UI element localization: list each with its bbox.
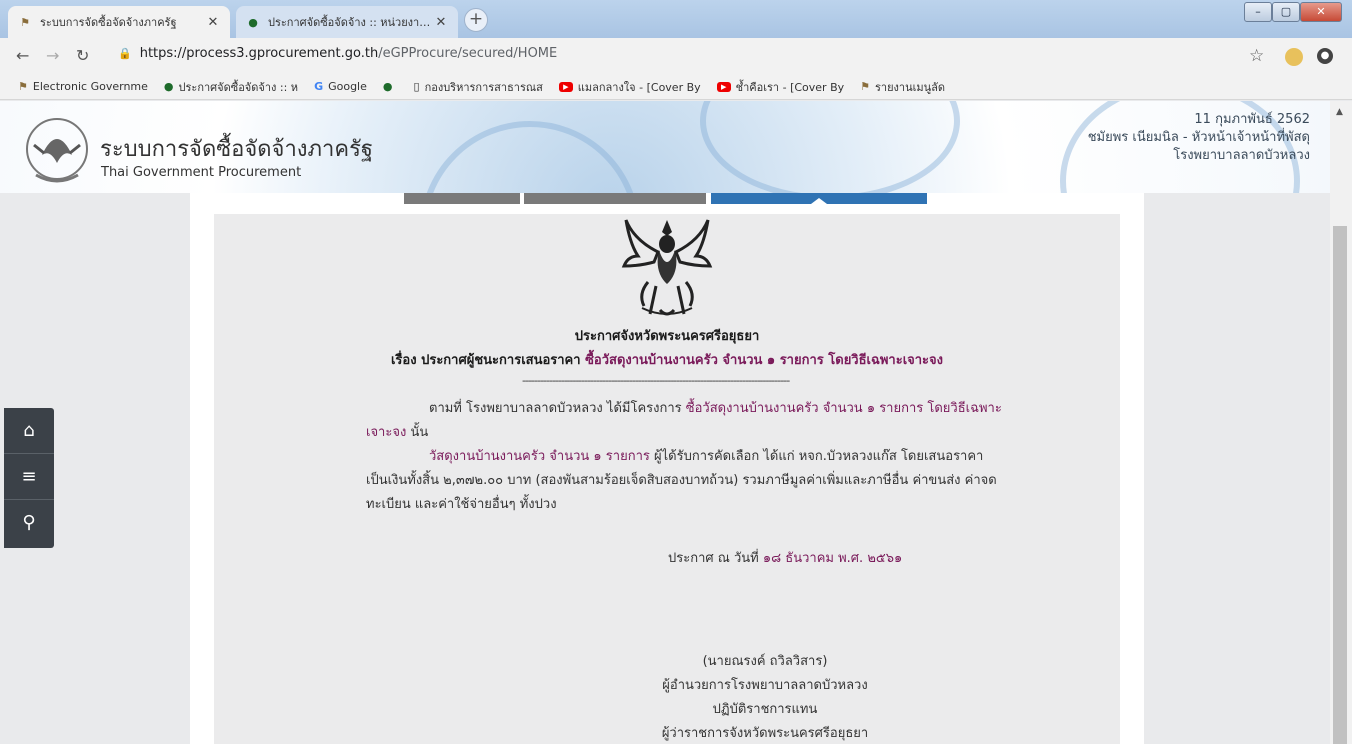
- signer-title: ผู้อำนวยการโรงพยาบาลลาดบัวหลวง: [662, 678, 868, 693]
- announce-date-line: ประกาศ ณ วันที่ ๑๘ ธันวาคม พ.ศ. ๒๕๖๑: [668, 547, 902, 568]
- para-highlight: วัสดุงานบ้านงานครัว จำนวน ๑ รายการ: [429, 449, 650, 464]
- home-icon: ⌂: [23, 419, 35, 441]
- close-window-button[interactable]: ✕: [1300, 2, 1342, 22]
- egp-icon: ⚑: [20, 15, 30, 29]
- current-date: 11 กุมภาพันธ์ 2562: [1194, 112, 1310, 127]
- bookmark-item[interactable]: ▯ กองบริหารการสาธารณส: [414, 78, 543, 96]
- menu-tabs: [404, 193, 1004, 204]
- url-host: https://process3.gprocurement.go.th: [139, 46, 379, 61]
- paragraph-line: วัสดุงานบ้านงานครัว จำนวน ๑ รายการ ผู้ได…: [429, 445, 983, 469]
- minimize-button[interactable]: –: [1244, 2, 1272, 22]
- lock-icon: 🔒: [118, 47, 132, 60]
- maximize-button[interactable]: ▢: [1272, 2, 1300, 22]
- search-button[interactable]: ⚲: [4, 500, 54, 544]
- site-title: ระบบการจัดซื้อจัดจ้างภาครัฐ: [100, 137, 374, 162]
- forward-arrow-icon[interactable]: →: [46, 46, 59, 65]
- subject-prefix: เรื่อง ประกาศผู้ชนะการเสนอราคา: [390, 353, 581, 368]
- tab-title: ประกาศจัดซื้อจัดจ้าง :: หน่วยงานในสังกั: [268, 16, 434, 29]
- new-tab-button[interactable]: +: [464, 8, 488, 32]
- egp-icon: ⚑: [18, 80, 28, 93]
- back-arrow-icon[interactable]: ←: [16, 46, 29, 65]
- paragraph-line: ทะเบียน และค่าใช้จ่ายอื่นๆ ทั้งปวง: [366, 497, 557, 512]
- menu-tab[interactable]: [524, 193, 706, 204]
- extension-icon[interactable]: ●: [1317, 48, 1333, 64]
- bookmark-label: ประกาศจัดซื้อจัดจ้าง :: ห: [178, 80, 299, 94]
- announce-date: ๑๘ ธันวาคม พ.ศ. ๒๕๖๑: [762, 551, 903, 566]
- menu-icon: ≡: [21, 465, 37, 487]
- menu-button[interactable]: ≡: [4, 454, 54, 498]
- green-shield-icon: ●: [382, 80, 393, 93]
- menu-tab[interactable]: [404, 193, 520, 204]
- url-path: /eGPProcure/secured/HOME: [378, 46, 558, 61]
- signer-title: ปฏิบัติราชการแทน: [712, 702, 818, 717]
- bookmark-item[interactable]: ▶ ช้ำคือเรา - [Cover By: [716, 78, 845, 96]
- bookmark-label: กองบริหารการสาธารณส: [424, 80, 543, 94]
- bookmark-item[interactable]: ●: [383, 80, 398, 93]
- browser-tab-active[interactable]: ⚑ ระบบการจัดซื้อจัดจ้างภาครัฐ ✕: [8, 6, 230, 38]
- bookmark-label: Electronic Governme: [32, 80, 148, 93]
- close-tab-icon[interactable]: ✕: [206, 15, 220, 30]
- reload-icon[interactable]: ↻: [76, 46, 89, 65]
- site-header: ระบบการจัดซื้อจัดจ้างภาครัฐ Thai Governm…: [0, 101, 1330, 193]
- egp-icon: ⚑: [860, 80, 871, 93]
- browser-tab-inactive[interactable]: ● ประกาศจัดซื้อจัดจ้าง :: หน่วยงานในสังก…: [236, 6, 458, 38]
- youtube-icon: ▶: [558, 81, 573, 92]
- comptroller-logo: [26, 118, 88, 183]
- para-text: ผู้ได้รับการคัดเลือก ได้แก่ หจก.บัวหลวงแ…: [654, 449, 984, 464]
- close-tab-icon[interactable]: ✕: [434, 15, 448, 30]
- para-text: นั้น: [410, 425, 429, 440]
- bookmark-label: Google: [328, 80, 367, 93]
- menu-tab-active[interactable]: [711, 193, 927, 204]
- url-field[interactable]: 🔒 https://process3.gprocurement.go.th/eGP…: [118, 46, 557, 61]
- announcement-document: ประกาศจังหวัดพระนครศรีอยุธยา เรื่อง ประก…: [214, 214, 1120, 744]
- user-info: 11 กุมภาพันธ์ 2562 ชมัยพร เนียมนิล - หัว…: [1088, 111, 1310, 165]
- page-icon: ▯: [413, 80, 420, 93]
- bookmark-item[interactable]: ▶ แมลกลางใจ - [Cover By: [558, 78, 701, 96]
- user-org: โรงพยาบาลลาดบัวหลวง: [1173, 148, 1310, 163]
- para-text: ตามที่ โรงพยาบาลลาดบัวหลวง ได้มีโครงการ: [429, 401, 682, 416]
- header-ornament: [420, 121, 640, 193]
- paragraph-line: เจาะจง นั้น: [366, 421, 428, 445]
- bookmark-item[interactable]: ● ประกาศจัดซื้อจัดจ้าง :: ห: [164, 78, 298, 96]
- header-ornament: [700, 101, 960, 193]
- site-subtitle: Thai Government Procurement: [101, 165, 302, 180]
- address-bar-row: ← → ↻ 🔒 https://process3.gprocurement.go.…: [0, 38, 1352, 74]
- side-nav: ⌂ ≡ ⚲: [4, 408, 54, 548]
- user-name: ชมัยพร เนียมนิล - หัวหน้าเจ้าหน้าที่พัสด…: [1087, 130, 1310, 145]
- para-highlight: ซื้อวัสดุงานบ้านงานครัว จำนวน ๑ รายการ โ…: [685, 401, 1002, 416]
- bookmark-label: ช้ำคือเรา - [Cover By: [735, 80, 845, 94]
- bookmark-star-icon[interactable]: ☆: [1249, 46, 1264, 66]
- google-icon: G: [314, 80, 324, 93]
- bookmark-label: แมลกลางใจ - [Cover By: [577, 80, 701, 94]
- para-highlight: เจาะจง: [366, 425, 407, 440]
- home-button[interactable]: ⌂: [4, 408, 54, 452]
- browser-title-bar: ⚑ ระบบการจัดซื้อจัดจ้างภาครัฐ ✕ ● ประกาศ…: [0, 0, 1352, 38]
- search-icon: ⚲: [22, 511, 36, 533]
- scrollbar-thumb[interactable]: [1333, 226, 1347, 744]
- green-shield-icon: ●: [163, 80, 174, 93]
- scroll-up-icon[interactable]: ▲: [1336, 107, 1343, 117]
- bookmark-item[interactable]: ⚑ Electronic Governme: [18, 80, 148, 93]
- subject-highlight: ซื้อวัสดุงานบ้านงานครัว จำนวน ๑ รายการ โ…: [585, 353, 944, 368]
- separator-dashes: ----------------------------------------…: [522, 374, 790, 387]
- announce-prefix: ประกาศ ณ วันที่: [668, 551, 759, 566]
- bookmarks-bar: ⚑ Electronic Governme ● ประกาศจัดซื้อจัดจ้…: [0, 74, 1352, 100]
- paragraph-line: เป็นเงินทั้งสิ้น ๒,๓๗๒.๐๐ บาท (สองพันสาม…: [366, 473, 997, 488]
- bookmark-item[interactable]: ⚑ รายงานเมนูลัด: [860, 78, 945, 96]
- tab-title: ระบบการจัดซื้อจัดจ้างภาครัฐ: [40, 16, 177, 29]
- page-scrollbar[interactable]: ▲: [1330, 101, 1352, 744]
- bookmark-label: รายงานเมนูลัด: [875, 80, 946, 94]
- blurred-window-title: [570, 10, 810, 24]
- profile-avatar[interactable]: [1285, 48, 1303, 66]
- document-heading: ประกาศจังหวัดพระนครศรีอยุธยา: [574, 329, 760, 344]
- youtube-icon: ▶: [716, 81, 731, 92]
- document-subject: เรื่อง ประกาศผู้ชนะการเสนอราคา ซื้อวัสดุ…: [214, 349, 1120, 370]
- signer-name: (นายณรงค์ ถวิลวิสาร): [702, 654, 828, 669]
- paragraph-line: ตามที่ โรงพยาบาลลาดบัวหลวง ได้มีโครงการ …: [429, 397, 1002, 421]
- green-shield-icon: ●: [248, 15, 258, 29]
- signer-title: ผู้ว่าราชการจังหวัดพระนครศรีอยุธยา: [661, 726, 869, 741]
- bookmark-item[interactable]: G Google: [314, 80, 367, 93]
- garuda-emblem: [621, 219, 713, 316]
